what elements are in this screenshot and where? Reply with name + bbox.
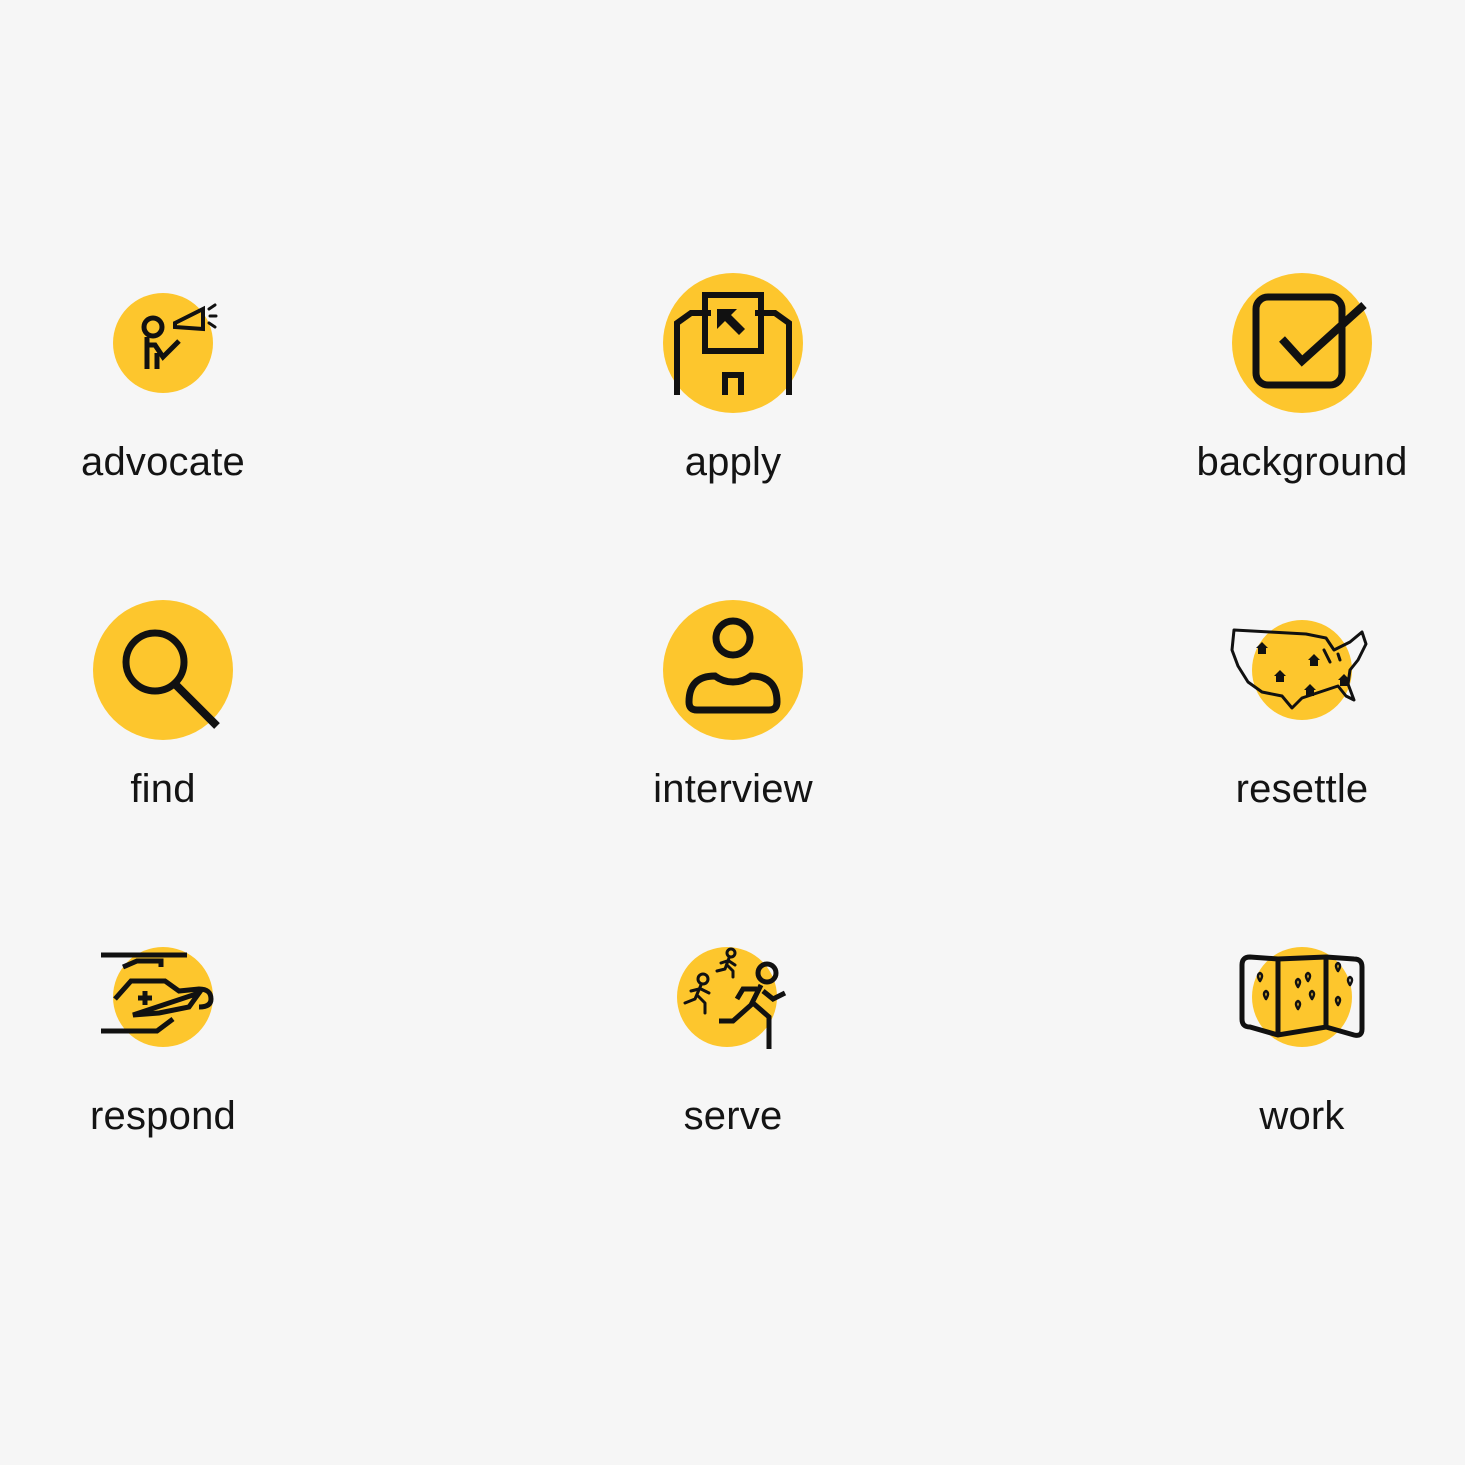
running-people-icon [677, 947, 787, 1049]
tile-find[interactable]: find [13, 600, 313, 840]
megaphone-person-icon [113, 293, 218, 393]
tile-label: apply [684, 440, 782, 484]
tile-background[interactable]: background [1152, 273, 1452, 513]
magnifying-glass-icon [93, 600, 233, 740]
tile-label: find [130, 767, 196, 811]
checkbox-check-icon [1232, 273, 1372, 413]
tile-label: resettle [1235, 767, 1369, 811]
tile-serve[interactable]: serve [583, 937, 883, 1167]
application-form-icon [663, 273, 803, 413]
folded-map-pins-icon [1239, 947, 1365, 1047]
tile-label: interview [653, 767, 813, 811]
helicopter-medical-icon [101, 947, 214, 1047]
person-icon [663, 600, 803, 740]
tile-label: serve [683, 1094, 783, 1138]
tile-work[interactable]: work [1152, 937, 1452, 1167]
icon-grid: advocate apply background find interview… [0, 0, 1465, 1465]
tile-advocate[interactable]: advocate [13, 283, 313, 513]
tile-label: advocate [81, 440, 245, 484]
us-map-homes-icon [1230, 620, 1368, 720]
tile-label: work [1259, 1094, 1345, 1138]
tile-respond[interactable]: respond [13, 937, 313, 1167]
tile-interview[interactable]: interview [583, 600, 883, 840]
tile-label: background [1196, 440, 1408, 484]
tile-resettle[interactable]: resettle [1152, 610, 1452, 840]
tile-apply[interactable]: apply [583, 273, 883, 513]
tile-label: respond [90, 1094, 236, 1138]
